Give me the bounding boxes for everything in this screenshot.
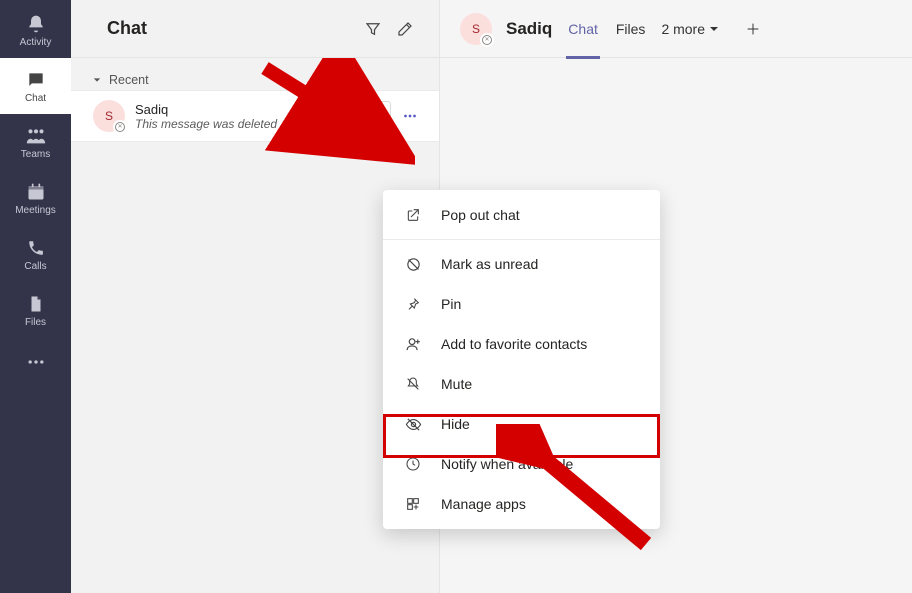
presence-offline-icon: ✕ bbox=[480, 33, 494, 47]
phone-icon bbox=[24, 236, 48, 260]
menu-label: Pin bbox=[441, 296, 461, 312]
rail-activity[interactable]: Activity bbox=[0, 2, 71, 58]
tab-more-label: 2 more bbox=[661, 21, 705, 37]
rail-label: Chat bbox=[25, 93, 46, 104]
avatar-initial: S bbox=[472, 22, 480, 36]
chat-list-title: Chat bbox=[107, 18, 357, 39]
rail-label: Teams bbox=[21, 149, 50, 160]
calendar-icon bbox=[24, 180, 48, 204]
chat-list-header: Chat bbox=[71, 0, 439, 58]
chevron-down-icon bbox=[709, 24, 719, 34]
presence-offline-icon: ✕ bbox=[113, 120, 127, 134]
rail-files[interactable]: Files bbox=[0, 282, 71, 338]
bell-icon bbox=[24, 12, 48, 36]
menu-mute[interactable]: Mute bbox=[383, 364, 660, 404]
menu-label: Pop out chat bbox=[441, 207, 520, 223]
menu-favorite[interactable]: Add to favorite contacts bbox=[383, 324, 660, 364]
annotation-arrow bbox=[255, 58, 415, 168]
filter-button[interactable] bbox=[357, 13, 389, 45]
rail-label: Meetings bbox=[15, 205, 56, 216]
clock-icon bbox=[403, 456, 423, 472]
rail-chat[interactable]: Chat bbox=[0, 58, 71, 114]
compose-icon bbox=[396, 20, 414, 38]
avatar: S ✕ bbox=[93, 100, 125, 132]
menu-label: Hide bbox=[441, 416, 470, 432]
recent-label: Recent bbox=[109, 73, 149, 87]
tab-files[interactable]: Files bbox=[614, 0, 648, 58]
pin-icon bbox=[403, 296, 423, 312]
menu-mark-unread[interactable]: Mark as unread bbox=[383, 244, 660, 284]
file-icon bbox=[24, 292, 48, 316]
person-plus-icon bbox=[403, 336, 423, 353]
chat-person-name: Sadiq bbox=[506, 19, 552, 39]
more-icon bbox=[26, 352, 46, 372]
chevron-down-icon bbox=[93, 76, 103, 84]
filter-icon bbox=[364, 20, 382, 38]
rail-calls[interactable]: Calls bbox=[0, 226, 71, 282]
mute-icon bbox=[403, 376, 423, 392]
teams-icon bbox=[24, 124, 48, 148]
menu-label: Mute bbox=[441, 376, 472, 392]
app-rail: Activity Chat Teams Meetings Calls bbox=[0, 0, 71, 593]
tab-chat[interactable]: Chat bbox=[566, 0, 600, 58]
annotation-arrow bbox=[496, 424, 666, 564]
rail-label: Files bbox=[25, 317, 46, 328]
hide-icon bbox=[403, 416, 423, 433]
plus-icon bbox=[745, 21, 761, 37]
rail-label: Activity bbox=[20, 37, 52, 48]
avatar: S ✕ bbox=[460, 13, 492, 45]
avatar-initial: S bbox=[105, 109, 113, 123]
rail-more[interactable] bbox=[0, 338, 71, 386]
apps-icon bbox=[403, 496, 423, 512]
menu-separator bbox=[383, 239, 660, 240]
new-chat-button[interactable] bbox=[389, 13, 421, 45]
add-tab-button[interactable] bbox=[745, 21, 761, 37]
menu-pin[interactable]: Pin bbox=[383, 284, 660, 324]
chat-icon bbox=[24, 68, 48, 92]
menu-label: Add to favorite contacts bbox=[441, 336, 587, 352]
chat-content-header: S ✕ Sadiq Chat Files 2 more bbox=[440, 0, 912, 58]
menu-popout[interactable]: Pop out chat bbox=[383, 195, 660, 235]
unread-icon bbox=[403, 256, 423, 273]
rail-meetings[interactable]: Meetings bbox=[0, 170, 71, 226]
rail-label: Calls bbox=[24, 261, 46, 272]
popout-icon bbox=[403, 207, 423, 223]
menu-label: Mark as unread bbox=[441, 256, 538, 272]
tab-more[interactable]: 2 more bbox=[661, 21, 719, 37]
rail-teams[interactable]: Teams bbox=[0, 114, 71, 170]
